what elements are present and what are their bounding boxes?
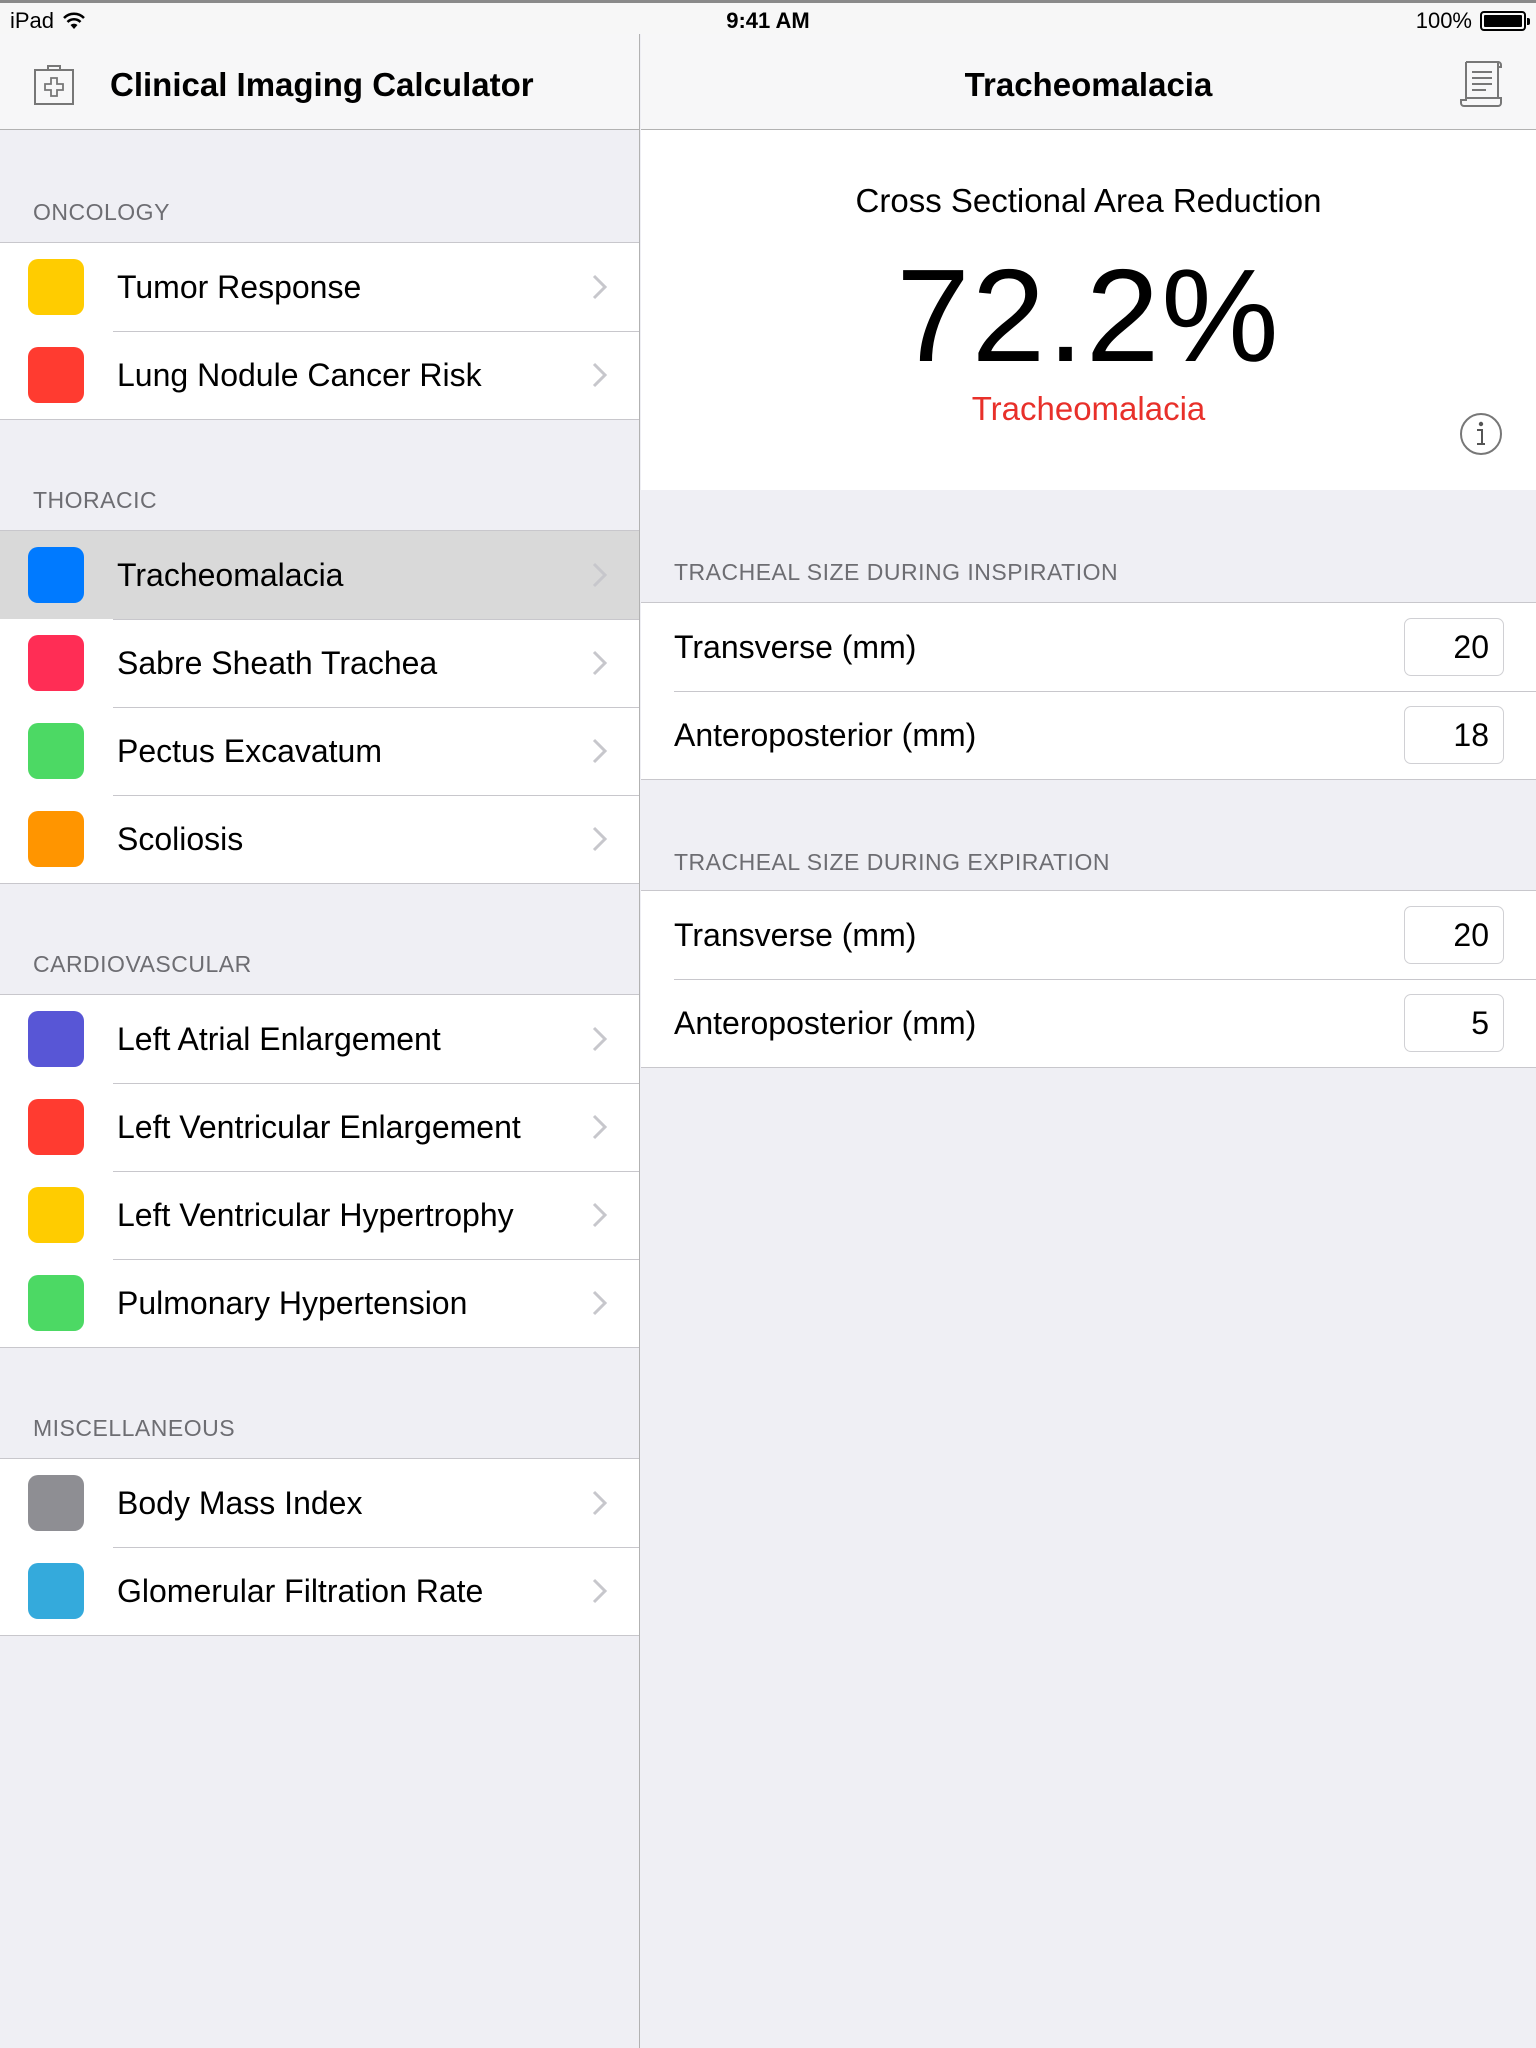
color-swatch-icon: [28, 1187, 84, 1243]
master-title: Clinical Imaging Calculator: [110, 66, 534, 103]
expiration-transverse-input[interactable]: [1404, 906, 1504, 964]
detail-pane: Tracheomalacia Cross Sectional Area Redu…: [641, 0, 1536, 2048]
section-header-oncology: ONCOLOGY: [0, 130, 639, 242]
sidebar-item-tumor-response[interactable]: Tumor Response: [0, 243, 639, 331]
sidebar-item-label: Pectus Excavatum: [117, 732, 382, 769]
color-swatch-icon: [28, 347, 84, 403]
inspiration-anteroposterior-input[interactable]: [1404, 706, 1504, 764]
section-oncology: Tumor Response Lung Nodule Cancer Risk: [0, 242, 639, 420]
sidebar-item-label: Sabre Sheath Trachea: [117, 644, 438, 681]
field-row: Anteroposterior (mm): [641, 979, 1536, 1067]
result-card: Cross Sectional Area Reduction 72.2% Tra…: [641, 130, 1536, 490]
detail-title: Tracheomalacia: [964, 66, 1213, 103]
sidebar-item-left-ventricular-enlargement[interactable]: Left Ventricular Enlargement: [0, 1083, 639, 1171]
sidebar-item-sabre-sheath-trachea[interactable]: Sabre Sheath Trachea: [0, 619, 639, 707]
chevron-right-icon: [592, 562, 608, 588]
inspiration-transverse-input[interactable]: [1404, 618, 1504, 676]
chevron-right-icon: [592, 1026, 608, 1052]
field-row: Transverse (mm): [641, 603, 1536, 691]
battery-icon: [1480, 11, 1530, 31]
battery-percent: 100%: [1415, 8, 1472, 33]
chevron-right-icon: [592, 1578, 608, 1604]
section-header-label: THORACIC: [33, 487, 158, 513]
sidebar-item-lung-nodule-cancer-risk[interactable]: Lung Nodule Cancer Risk: [0, 331, 639, 419]
field-label: Transverse (mm): [674, 916, 917, 953]
sidebar-item-label: Tracheomalacia: [117, 556, 344, 593]
chevron-right-icon: [592, 1290, 608, 1316]
chevron-right-icon: [592, 1114, 608, 1140]
sidebar-item-tracheomalacia[interactable]: Tracheomalacia: [0, 531, 639, 619]
section-inspiration: Transverse (mm) Anteroposterior (mm): [641, 602, 1536, 780]
sidebar-item-pectus-excavatum[interactable]: Pectus Excavatum: [0, 707, 639, 795]
chevron-right-icon: [592, 738, 608, 764]
sidebar-item-body-mass-index[interactable]: Body Mass Index: [0, 1459, 639, 1547]
sidebar-item-label: Scoliosis: [117, 820, 244, 857]
field-label: Anteroposterior (mm): [674, 716, 977, 753]
sidebar-item-label: Lung Nodule Cancer Risk: [117, 356, 482, 393]
status-time: 9:41 AM: [726, 8, 810, 33]
color-swatch-icon: [28, 811, 84, 867]
section-header-label: ONCOLOGY: [33, 199, 170, 225]
result-title: Cross Sectional Area Reduction: [855, 182, 1322, 219]
section-header-miscellaneous: MISCELLANEOUS: [0, 1346, 639, 1458]
section-header-label: TRACHEAL SIZE DURING EXPIRATION: [674, 849, 1110, 875]
info-icon[interactable]: [1459, 412, 1503, 456]
result-diagnosis: Tracheomalacia: [971, 390, 1206, 427]
color-swatch-icon: [28, 723, 84, 779]
color-swatch-icon: [28, 1099, 84, 1155]
chevron-right-icon: [592, 650, 608, 676]
color-swatch-icon: [28, 1563, 84, 1619]
sidebar-item-label: Pulmonary Hypertension: [117, 1284, 468, 1321]
sidebar-item-label: Body Mass Index: [117, 1484, 363, 1521]
result-value: 72.2%: [896, 242, 1281, 389]
color-swatch-icon: [28, 1275, 84, 1331]
section-header-label: MISCELLANEOUS: [33, 1415, 236, 1441]
section-miscellaneous: Body Mass Index Glomerular Filtration Ra…: [0, 1458, 639, 1636]
section-header-inspiration: TRACHEAL SIZE DURING INSPIRATION: [641, 490, 1536, 602]
sidebar-item-left-ventricular-hypertrophy[interactable]: Left Ventricular Hypertrophy: [0, 1171, 639, 1259]
sidebar-item-left-atrial-enlargement[interactable]: Left Atrial Enlargement: [0, 995, 639, 1083]
chevron-right-icon: [592, 274, 608, 300]
section-header-expiration: TRACHEAL SIZE DURING EXPIRATION: [641, 780, 1536, 892]
chevron-right-icon: [592, 362, 608, 388]
sidebar-item-label: Left Ventricular Hypertrophy: [117, 1196, 514, 1233]
color-swatch-icon: [28, 547, 84, 603]
document-scroll-icon[interactable]: [1458, 58, 1504, 108]
sidebar-item-label: Tumor Response: [117, 268, 362, 305]
section-header-thoracic: THORACIC: [0, 418, 639, 530]
sidebar-item-scoliosis[interactable]: Scoliosis: [0, 795, 639, 883]
field-row: Anteroposterior (mm): [641, 691, 1536, 779]
color-swatch-icon: [28, 635, 84, 691]
field-row: Transverse (mm): [641, 891, 1536, 979]
master-pane: Clinical Imaging Calculator ONCOLOGY Tum…: [0, 0, 640, 2048]
section-header-label: TRACHEAL SIZE DURING INSPIRATION: [674, 559, 1119, 585]
color-swatch-icon: [28, 259, 84, 315]
chevron-right-icon: [592, 1202, 608, 1228]
color-swatch-icon: [28, 1475, 84, 1531]
battery-fill: [1484, 15, 1522, 27]
status-bar: iPad 9:41 AM 100%: [0, 0, 1536, 34]
section-header-cardiovascular: CARDIOVASCULAR: [0, 882, 639, 994]
sidebar-item-glomerular-filtration-rate[interactable]: Glomerular Filtration Rate: [0, 1547, 639, 1635]
medical-kit-icon[interactable]: [32, 60, 76, 108]
sidebar-item-label: Glomerular Filtration Rate: [117, 1572, 484, 1609]
expiration-anteroposterior-input[interactable]: [1404, 994, 1504, 1052]
sidebar-item-label: Left Atrial Enlargement: [117, 1020, 441, 1057]
section-cardiovascular: Left Atrial Enlargement Left Ventricular…: [0, 994, 639, 1348]
chevron-right-icon: [592, 826, 608, 852]
section-header-label: CARDIOVASCULAR: [33, 951, 252, 977]
color-swatch-icon: [28, 1011, 84, 1067]
section-thoracic: Tracheomalacia Sabre Sheath Trachea Pect…: [0, 530, 639, 884]
sidebar-item-label: Left Ventricular Enlargement: [117, 1108, 521, 1145]
chevron-right-icon: [592, 1490, 608, 1516]
field-label: Transverse (mm): [674, 628, 917, 665]
section-expiration: Transverse (mm) Anteroposterior (mm): [641, 890, 1536, 1068]
sidebar-item-pulmonary-hypertension[interactable]: Pulmonary Hypertension: [0, 1259, 639, 1347]
field-label: Anteroposterior (mm): [674, 1004, 977, 1041]
